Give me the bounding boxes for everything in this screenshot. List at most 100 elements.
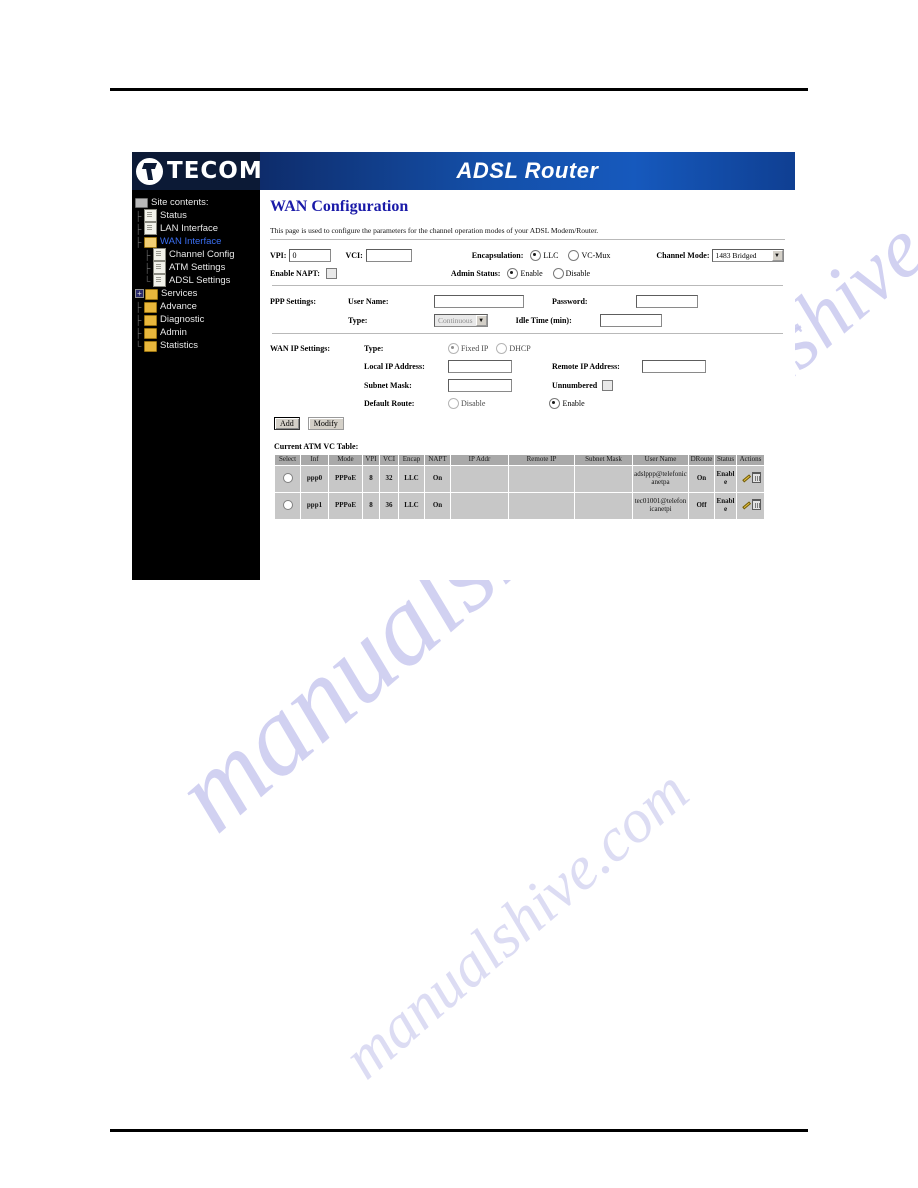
vci-input[interactable]	[365, 249, 412, 262]
sidebar-item-channel-config[interactable]: ├ Channel Config	[135, 248, 260, 261]
subnet-mask-label: Subnet Mask:	[364, 381, 412, 390]
folder-open-icon	[144, 236, 157, 248]
default-route-disable-label: Disable	[461, 399, 486, 408]
row-subnet-mask	[574, 491, 633, 520]
ppp-password-input[interactable]	[636, 295, 698, 308]
sidebar-item-lan-interface[interactable]: ├ LAN Interface	[135, 222, 260, 235]
remote-ip-label: Remote IP Address:	[552, 362, 620, 371]
row-status: Enable	[714, 491, 737, 520]
enable-napt-checkbox[interactable]	[325, 268, 337, 279]
page-title: WAN Configuration	[270, 198, 409, 215]
local-ip-input[interactable]	[448, 360, 512, 373]
column-header-actions: Actions	[736, 454, 765, 466]
row-subnet-mask	[574, 464, 633, 493]
column-header-napt: NAPT	[424, 454, 451, 466]
remote-ip-input[interactable]	[642, 360, 706, 373]
brand-area: TECOM	[132, 152, 262, 190]
row-actions	[736, 464, 765, 493]
column-header-select: Select	[274, 454, 301, 466]
edit-icon[interactable]	[741, 473, 751, 483]
row-vpi: 8	[362, 464, 380, 493]
ppp-type-label: Type:	[348, 316, 368, 325]
channel-mode-select[interactable]: 1483 Bridged ▼	[711, 249, 784, 262]
sidebar-item-label: Channel Config	[169, 249, 235, 260]
sidebar-item-wan-interface[interactable]: ├ WAN Interface	[135, 235, 260, 248]
sidebar-item-label: Advance	[160, 301, 197, 312]
tree-branch-icon: ├	[135, 210, 142, 221]
ppp-idle-time-input[interactable]	[599, 314, 662, 327]
chevron-down-icon[interactable]: ▼	[475, 315, 487, 326]
row-select-cell[interactable]	[274, 464, 301, 493]
page-icon	[153, 261, 166, 274]
row-inf: ppp1	[300, 491, 329, 520]
row-select-cell[interactable]	[274, 491, 301, 520]
wan-ip-dhcp-radio[interactable]	[496, 343, 508, 354]
wan-ip-type-label: Type:	[364, 344, 384, 353]
column-header-ip-addr: IP Addr	[450, 454, 509, 466]
vpi-label: VPI:	[270, 251, 287, 260]
site-contents-icon	[135, 198, 148, 208]
row-select-radio[interactable]	[282, 499, 293, 510]
delete-icon[interactable]	[751, 471, 761, 483]
table-row: ppp1 PPPoE 8 36 LLC On tec01001@telefoni…	[274, 491, 765, 520]
sidebar-item-admin[interactable]: ├ Admin	[135, 326, 260, 339]
encap-vcmux-label: VC-Mux	[581, 251, 611, 260]
ppp-username-label: User Name:	[348, 297, 389, 306]
wan-ip-settings-section: WAN IP Settings: Type: Fixed IP DHCP Loc…	[270, 343, 785, 409]
encapsulation-label: Encapsulation:	[471, 251, 524, 260]
sidebar-item-advance[interactable]: ├ Advance	[135, 300, 260, 313]
expand-plus-icon[interactable]: +	[135, 289, 144, 298]
enable-napt-label: Enable NAPT:	[270, 269, 320, 278]
sidebar-item-statistics[interactable]: └ Statistics	[135, 339, 260, 352]
sidebar-item-status[interactable]: ├ Status	[135, 209, 260, 222]
row-mode: PPPoE	[328, 464, 363, 493]
row-vpi: 8	[362, 491, 380, 520]
local-ip-label: Local IP Address:	[364, 362, 425, 371]
chevron-down-icon[interactable]: ▼	[771, 250, 783, 261]
row-napt: On	[424, 491, 451, 520]
sidebar-item-diagnostic[interactable]: ├ Diagnostic	[135, 313, 260, 326]
column-header-user-name: User Name	[632, 454, 689, 466]
row-select-radio[interactable]	[282, 472, 293, 483]
wan-ip-fixed-radio[interactable]	[448, 343, 459, 354]
subnet-mask-input[interactable]	[448, 379, 512, 392]
folder-icon	[144, 314, 157, 326]
page-icon	[153, 248, 166, 261]
column-header-encap: Encap	[398, 454, 425, 466]
sidebar-item-services[interactable]: + Services	[135, 287, 260, 300]
main-content: WAN Configuration This page is used to c…	[260, 190, 795, 580]
banner-title-area: ADSL Router	[260, 152, 795, 190]
atm-vc-table: Select Inf Mode VPI VCI Encap NAPT IP Ad…	[274, 454, 765, 520]
page-bottom-rule	[110, 1129, 808, 1132]
row-remote-ip	[508, 491, 575, 520]
encap-llc-radio[interactable]	[530, 250, 542, 261]
tree-branch-icon: ├	[144, 249, 151, 260]
delete-icon[interactable]	[751, 498, 761, 510]
modify-button[interactable]: Modify	[307, 417, 344, 430]
sidebar-item-atm-settings[interactable]: ├ ATM Settings	[135, 261, 260, 274]
sidebar-root: Site contents:	[135, 196, 260, 209]
column-header-subnet-mask: Subnet Mask	[574, 454, 633, 466]
default-route-enable-radio[interactable]	[549, 398, 561, 409]
add-button[interactable]: Add	[274, 417, 300, 430]
edit-icon[interactable]	[741, 500, 751, 510]
sidebar-item-adsl-settings[interactable]: └ ADSL Settings	[135, 274, 260, 287]
default-route-enable-label: Enable	[562, 399, 585, 408]
encap-vcmux-radio[interactable]	[568, 250, 580, 261]
row-status: Enable	[714, 464, 737, 493]
ppp-type-select[interactable]: Continuous ▼	[434, 314, 488, 327]
tree-branch-icon: ├	[135, 314, 142, 325]
admin-status-disable-radio[interactable]	[552, 268, 564, 279]
ppp-idle-time-label: Idle Time (min):	[515, 316, 572, 325]
vpi-input[interactable]	[289, 249, 332, 262]
default-route-disable-radio[interactable]	[448, 398, 459, 409]
ppp-username-input[interactable]	[434, 295, 524, 308]
page-icon	[153, 274, 166, 287]
encap-llc-label: LLC	[543, 251, 559, 260]
sidebar-item-label: Diagnostic	[160, 314, 205, 325]
admin-status-enable-radio[interactable]	[507, 268, 519, 279]
row-napt: On	[424, 464, 451, 493]
section-divider	[272, 285, 783, 286]
unnumbered-checkbox[interactable]	[602, 380, 614, 391]
tecom-logo-icon	[136, 157, 163, 185]
